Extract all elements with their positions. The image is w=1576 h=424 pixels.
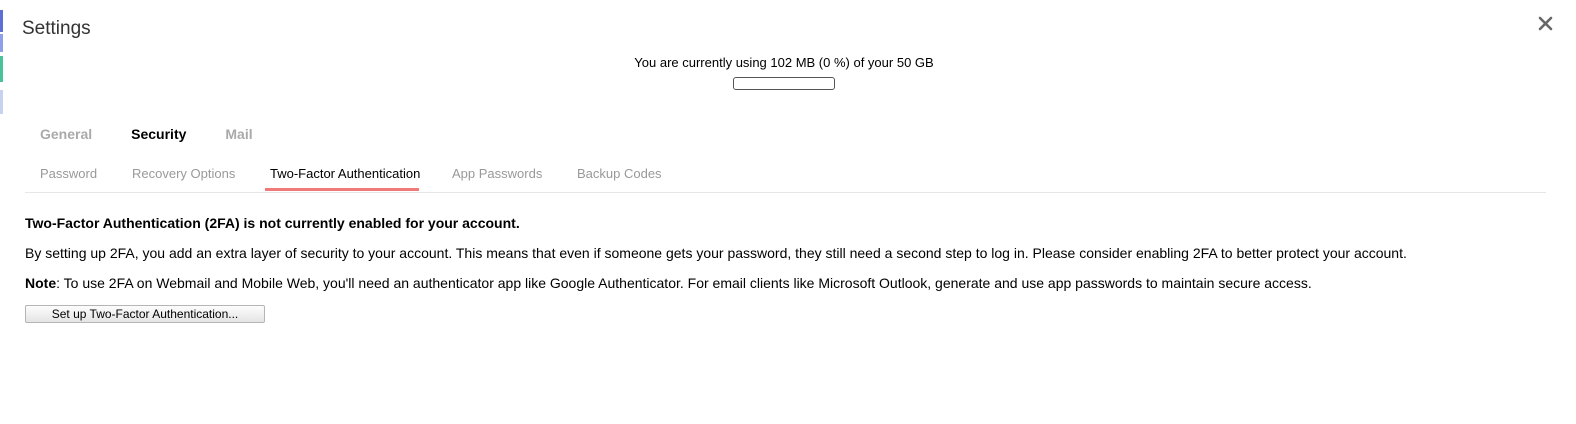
dialog-title: Settings (22, 18, 91, 39)
subtab-password[interactable]: Password (40, 166, 97, 181)
storage-usage-text: You are currently using 102 MB (0 %) of … (634, 55, 934, 70)
two-factor-content: Two-Factor Authentication (2FA) is not c… (25, 214, 1525, 304)
close-icon (1538, 16, 1553, 31)
subtab-recovery-options[interactable]: Recovery Options (132, 166, 235, 181)
main-tabs: General Security Mail (40, 126, 292, 142)
settings-dialog: Settings You are currently using 102 MB … (0, 0, 1576, 424)
active-subtab-indicator (265, 188, 419, 191)
note-label: Note (25, 275, 57, 291)
two-factor-note: Note: To use 2FA on Webmail and Mobile W… (25, 274, 1525, 292)
tab-mail[interactable]: Mail (225, 126, 252, 142)
tab-security[interactable]: Security (131, 126, 186, 142)
setup-two-factor-button[interactable]: Set up Two-Factor Authentication... (25, 305, 265, 323)
two-factor-description: By setting up 2FA, you add an extra laye… (25, 245, 1407, 261)
subtab-two-factor-authentication[interactable]: Two-Factor Authentication (270, 166, 420, 181)
two-factor-status-heading: Two-Factor Authentication (2FA) is not c… (25, 215, 520, 231)
storage-usage-bar (733, 77, 835, 90)
tab-general[interactable]: General (40, 126, 92, 142)
note-text: : To use 2FA on Webmail and Mobile Web, … (56, 275, 1312, 291)
security-sub-tabs: Password Recovery Options Two-Factor Aut… (25, 158, 1546, 193)
subtab-app-passwords[interactable]: App Passwords (452, 166, 542, 181)
subtab-backup-codes[interactable]: Backup Codes (577, 166, 662, 181)
close-button[interactable] (1536, 12, 1556, 34)
